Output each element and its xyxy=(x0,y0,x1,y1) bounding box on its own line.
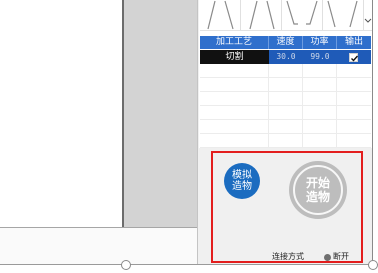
table-cell[interactable] xyxy=(337,134,371,148)
shape-option[interactable] xyxy=(323,0,364,30)
table-cell[interactable] xyxy=(303,120,337,134)
table-cell[interactable] xyxy=(269,106,303,120)
table-cell[interactable] xyxy=(303,92,337,106)
work-canvas[interactable] xyxy=(0,0,124,227)
resize-handle[interactable] xyxy=(368,260,378,270)
table-cell[interactable] xyxy=(337,92,371,106)
process-table: 加工工艺 速度 功率 输出 切割 30.0 99.0 xyxy=(200,36,371,148)
start-build-button[interactable]: 开始 造物 xyxy=(289,161,347,219)
chevron-down-icon xyxy=(364,18,372,23)
connection-label: 连接方式 xyxy=(272,252,304,261)
shape-option[interactable] xyxy=(241,0,282,30)
peak-shape-icon xyxy=(249,0,275,30)
status-strip xyxy=(0,228,197,264)
table-row[interactable]: 切割 30.0 99.0 xyxy=(200,50,371,64)
table-row[interactable] xyxy=(200,134,371,148)
table-cell[interactable] xyxy=(303,64,337,78)
start-button-line: 造物 xyxy=(305,190,330,204)
valley-shape-icon xyxy=(327,0,358,28)
table-cell[interactable] xyxy=(303,106,337,120)
table-cell[interactable] xyxy=(269,64,303,78)
start-button-line: 开始 xyxy=(305,176,330,190)
status-dot-icon xyxy=(324,254,331,261)
shape-palette xyxy=(200,0,372,31)
peak-shape-icon xyxy=(207,0,234,30)
selection-border xyxy=(0,264,378,265)
simulate-build-button[interactable]: 模拟 造物 xyxy=(224,163,260,199)
shape-option[interactable] xyxy=(282,0,323,30)
canvas-outer-area xyxy=(124,0,197,227)
simulate-button-line: 造物 xyxy=(232,181,252,192)
column-header-power[interactable]: 功率 xyxy=(303,36,337,49)
table-header: 加工工艺 速度 功率 输出 xyxy=(200,36,371,49)
table-cell[interactable] xyxy=(200,120,269,134)
column-header-process[interactable]: 加工工艺 xyxy=(200,36,269,49)
table-row[interactable] xyxy=(200,92,371,106)
palette-more-button[interactable] xyxy=(364,0,372,30)
resize-handle[interactable] xyxy=(121,260,131,270)
table-cell[interactable] xyxy=(269,134,303,148)
table-cell[interactable] xyxy=(337,64,371,78)
column-header-speed[interactable]: 速度 xyxy=(269,36,303,49)
table-cell[interactable] xyxy=(269,120,303,134)
checkmark-icon xyxy=(351,55,359,62)
table-cell[interactable] xyxy=(303,134,337,148)
table-cell[interactable] xyxy=(303,78,337,92)
panel-right-border xyxy=(372,0,373,264)
shape-option[interactable] xyxy=(200,0,241,30)
stepped-valley-shape-icon xyxy=(286,0,318,25)
table-cell[interactable] xyxy=(269,92,303,106)
table-row[interactable] xyxy=(200,120,371,134)
table-cell[interactable] xyxy=(200,134,269,148)
table-cell[interactable] xyxy=(337,78,371,92)
connection-status: 断开 xyxy=(333,252,349,261)
output-checkbox[interactable] xyxy=(349,53,359,62)
table-cell[interactable] xyxy=(269,78,303,92)
table-cell[interactable] xyxy=(200,106,269,120)
speed-cell[interactable]: 30.0 xyxy=(269,50,303,64)
output-cell xyxy=(337,50,371,64)
table-cell[interactable] xyxy=(200,92,269,106)
table-row[interactable] xyxy=(200,106,371,120)
simulate-button-line: 模拟 xyxy=(232,170,252,181)
table-cell[interactable] xyxy=(337,106,371,120)
table-row[interactable] xyxy=(200,78,371,92)
power-cell[interactable]: 99.0 xyxy=(303,50,337,64)
table-cell[interactable] xyxy=(200,64,269,78)
table-row[interactable] xyxy=(200,64,371,78)
table-cell[interactable] xyxy=(200,78,269,92)
column-header-output[interactable]: 输出 xyxy=(337,36,371,49)
start-button-ring: 开始 造物 xyxy=(293,165,343,215)
process-cell[interactable]: 切割 xyxy=(200,50,269,64)
table-cell[interactable] xyxy=(337,120,371,134)
